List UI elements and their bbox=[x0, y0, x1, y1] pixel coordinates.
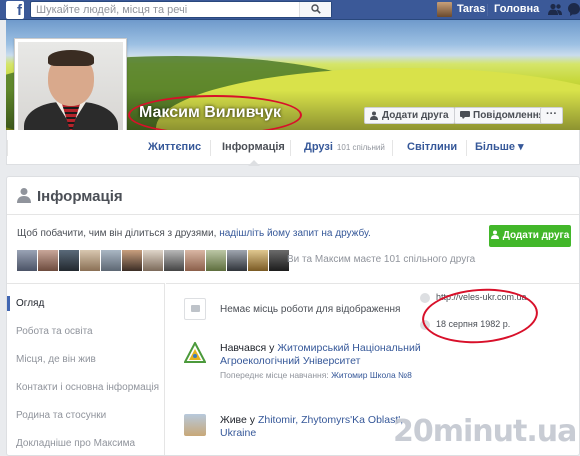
watermark-text: 20minut.ua bbox=[393, 414, 577, 449]
facebook-logo-icon[interactable]: f bbox=[6, 1, 24, 19]
tab-divider bbox=[466, 140, 467, 156]
friend-request-notice: Щоб побачити, чим він ділиться з друзями… bbox=[17, 228, 371, 239]
mutual-friends-count: 101 спільний bbox=[336, 143, 385, 152]
message-button[interactable]: Повідомлення bbox=[454, 107, 551, 124]
mutual-friend-avatar[interactable] bbox=[38, 250, 58, 271]
school-link[interactable]: Житомир Школа №8 bbox=[331, 370, 412, 380]
more-options-button[interactable]: ··· bbox=[540, 107, 563, 124]
mutual-friend-avatar[interactable] bbox=[80, 250, 100, 271]
no-work-text: Немає місць роботи для відображення bbox=[220, 304, 401, 315]
search-icon bbox=[311, 4, 321, 14]
add-friend-icon bbox=[490, 230, 499, 239]
user-avatar[interactable] bbox=[437, 2, 452, 17]
briefcase-icon bbox=[184, 298, 206, 320]
about-nav-overview[interactable]: Огляд bbox=[16, 298, 44, 309]
search-input[interactable] bbox=[31, 2, 301, 18]
about-nav-places[interactable]: Місця, де він жив bbox=[16, 354, 96, 365]
tab-friends-label: Друзі bbox=[304, 141, 333, 153]
mutual-friend-avatar[interactable] bbox=[101, 250, 121, 271]
about-nav-family[interactable]: Родина та стосунки bbox=[16, 410, 106, 421]
about-nav-details[interactable]: Докладніше про Максима bbox=[16, 438, 135, 449]
mutual-friend-avatar[interactable] bbox=[248, 250, 268, 271]
active-indicator bbox=[7, 296, 10, 311]
search-box bbox=[30, 1, 332, 18]
user-name-link[interactable]: Taras bbox=[457, 3, 486, 15]
about-title: Інформація bbox=[37, 188, 123, 205]
briefcase-shape bbox=[191, 305, 200, 312]
home-link[interactable]: Головна bbox=[494, 3, 539, 15]
previous-education-prefix: Попереднє місце навчання: bbox=[220, 370, 332, 380]
tab-divider bbox=[290, 140, 291, 156]
search-button[interactable] bbox=[299, 2, 331, 17]
mutual-friend-avatar[interactable] bbox=[269, 250, 289, 271]
profile-name[interactable]: Максим Виливчук bbox=[139, 104, 281, 122]
add-friend-icon bbox=[370, 111, 378, 120]
about-nav-work-education[interactable]: Робота та освіта bbox=[16, 326, 93, 337]
mutual-friend-avatar[interactable] bbox=[185, 250, 205, 271]
lives-prefix: Живе у bbox=[220, 414, 258, 426]
messages-icon[interactable] bbox=[568, 3, 580, 16]
education-entry: Навчався у Житомирський Національний Агр… bbox=[220, 342, 430, 368]
education-prefix: Навчався у bbox=[220, 342, 278, 354]
tab-timeline[interactable]: Життєпис bbox=[148, 130, 201, 165]
tab-divider bbox=[210, 140, 211, 156]
notice-text: Щоб побачити, чим він ділиться з друзями… bbox=[17, 228, 220, 239]
tab-divider bbox=[7, 140, 8, 156]
add-friend-green-label: Додати друга bbox=[502, 230, 570, 241]
topbar-divider bbox=[487, 4, 488, 16]
message-icon bbox=[460, 111, 470, 120]
send-request-link[interactable]: надішліть йому запит на дружбу. bbox=[219, 228, 371, 239]
add-friend-button[interactable]: Додати друга bbox=[364, 107, 455, 124]
about-card-header: Інформація bbox=[7, 177, 579, 215]
top-navigation-bar: f Taras Головна bbox=[0, 0, 580, 20]
tab-divider bbox=[392, 140, 393, 156]
university-logo-icon[interactable] bbox=[184, 342, 206, 364]
birthday-row: 18 серпня 1982 р. bbox=[420, 319, 510, 330]
about-sidebar: Огляд Робота та освіта Місця, де він жив… bbox=[7, 283, 165, 455]
previous-education: Попереднє місце навчання: Житомир Школа … bbox=[220, 370, 420, 381]
add-friend-green-button[interactable]: Додати друга bbox=[489, 225, 571, 247]
friend-requests-icon[interactable] bbox=[548, 3, 562, 16]
mutual-friend-avatar[interactable] bbox=[164, 250, 184, 271]
website-link[interactable]: http://veles-ukr.com.ua bbox=[436, 292, 527, 302]
tab-friends[interactable]: Друзі 101 спільний bbox=[304, 130, 385, 165]
tab-about[interactable]: Інформація bbox=[222, 130, 285, 166]
tab-about-label: Інформація bbox=[222, 141, 285, 153]
mutual-friend-avatar[interactable] bbox=[59, 250, 79, 271]
mutual-friend-avatar[interactable] bbox=[227, 250, 247, 271]
globe-icon bbox=[420, 292, 430, 303]
mutual-friends-text[interactable]: Ви та Максим маєте 101 спільного друга bbox=[287, 254, 475, 265]
tab-more[interactable]: Більше ▾ bbox=[475, 130, 524, 165]
person-icon bbox=[17, 188, 31, 203]
mutual-friend-avatar[interactable] bbox=[206, 250, 226, 271]
profile-tabs: Життєпис Інформація Друзі 101 спільний Св… bbox=[6, 130, 580, 166]
mutual-friend-avatar[interactable] bbox=[122, 250, 142, 271]
message-label: Повідомлення bbox=[473, 110, 545, 121]
city-thumbnail[interactable] bbox=[184, 414, 206, 436]
photo-hair bbox=[48, 50, 94, 66]
mutual-friend-avatar[interactable] bbox=[143, 250, 163, 271]
about-nav-contact[interactable]: Контакти і основна інформація bbox=[16, 382, 159, 393]
cake-icon bbox=[420, 319, 430, 330]
website-row[interactable]: http://veles-ukr.com.ua bbox=[420, 292, 527, 303]
add-friend-label: Додати друга bbox=[382, 110, 449, 121]
mutual-friend-avatar[interactable] bbox=[17, 250, 37, 271]
tab-photos[interactable]: Світлини bbox=[407, 130, 457, 165]
birthday-text: 18 серпня 1982 р. bbox=[436, 319, 511, 329]
